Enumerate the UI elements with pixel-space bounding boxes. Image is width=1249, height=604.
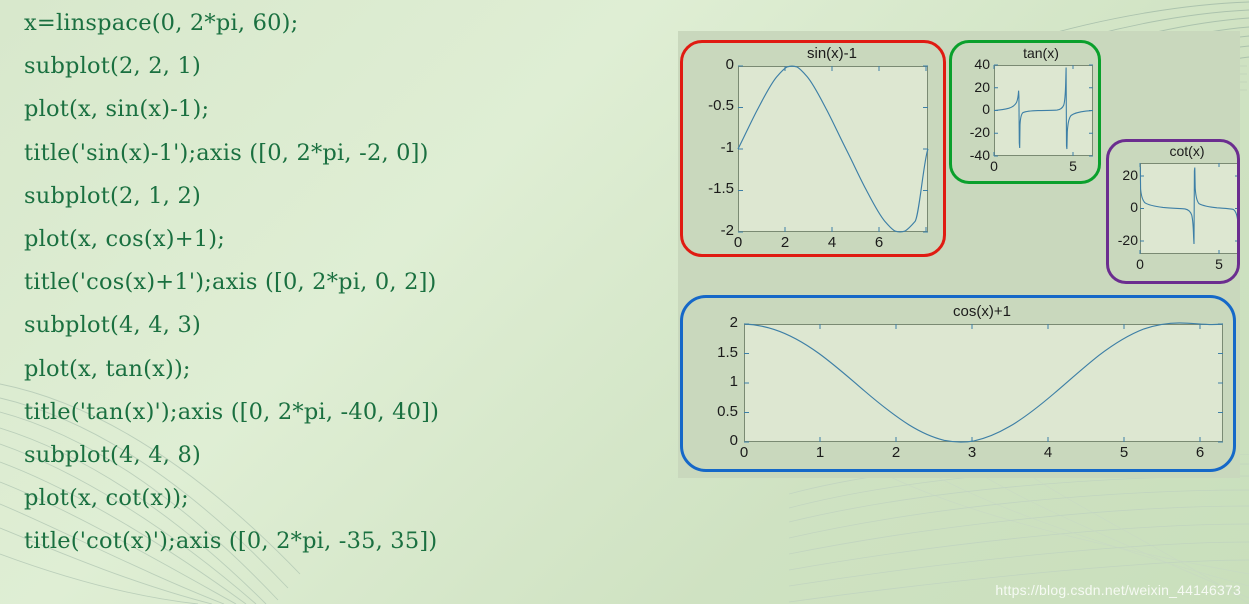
- code-line: plot(x, cos(x)+1);: [24, 226, 226, 253]
- code-line: title('sin(x)-1');axis ([0, 2*pi, -2, 0]…: [24, 139, 429, 166]
- code-line: subplot(2, 2, 1): [24, 53, 201, 80]
- matlab-figure-panel: sin(x)-1 0 -0.5 -1 -1.5 -2 0 2 4 6 tan(x…: [678, 31, 1240, 478]
- watermark-url: https://blog.csdn.net/weixin_44146373: [995, 582, 1241, 598]
- code-line: plot(x, cot(x));: [24, 485, 189, 512]
- cot-highlight-box: [1106, 139, 1240, 284]
- code-line: title('cot(x)');axis ([0, 2*pi, -35, 35]…: [24, 528, 438, 555]
- tan-highlight-box: [949, 40, 1101, 184]
- matlab-code-block: x=linspace(0, 2*pi, 60); subplot(2, 2, 1…: [24, 2, 664, 564]
- code-line: x=linspace(0, 2*pi, 60);: [24, 10, 299, 36]
- code-line: title('cos(x)+1');axis ([0, 2*pi, 0, 2]): [24, 269, 437, 296]
- code-line: plot(x, sin(x)-1);: [24, 96, 210, 123]
- code-line: subplot(4, 4, 8): [24, 442, 201, 469]
- code-line: subplot(4, 4, 3): [24, 312, 201, 339]
- sin-highlight-box: [680, 40, 946, 257]
- code-line: plot(x, tan(x));: [24, 355, 191, 382]
- cos-highlight-box: [680, 295, 1236, 472]
- code-line: subplot(2, 1, 2): [24, 182, 201, 209]
- slide-canvas: x=linspace(0, 2*pi, 60); subplot(2, 2, 1…: [0, 0, 1249, 604]
- code-line: title('tan(x)');axis ([0, 2*pi, -40, 40]…: [24, 398, 440, 425]
